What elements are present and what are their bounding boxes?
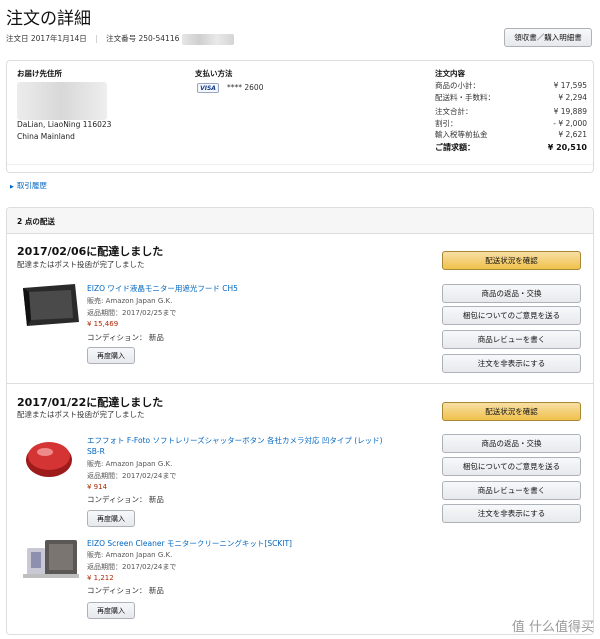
- product-seller: 販売: Amazon Japan G.K.: [87, 460, 173, 468]
- subtotal-row: 商品の小計： ¥ 17,595: [435, 81, 587, 90]
- product-price: ¥ 1,212: [87, 574, 114, 582]
- product-condition: コンディション： 新品: [87, 333, 164, 342]
- redacted-address: [17, 82, 107, 120]
- order-contents-label: 注文内容: [435, 69, 465, 78]
- product-title-link-cont[interactable]: SB-R: [87, 447, 105, 456]
- order-summary-box: お届け先住所 DaLian, LiaoNing 116023 China Mai…: [6, 60, 594, 173]
- return-period: 返品期間：2017/02/24まで: [87, 563, 177, 571]
- shipments-box: 2 点の配送 2017/02/06に配達しました 配達またはポスト投函が完了しま…: [6, 207, 594, 635]
- receipt-button[interactable]: 領収書／購入明細書: [504, 28, 592, 47]
- delivery-date: 2017/01/22に配達しました: [17, 396, 164, 409]
- rebuy-button[interactable]: 再度購入: [87, 347, 135, 364]
- product-title-link[interactable]: EIZO Screen Cleaner モニタークリーニングキット[SCKIT]: [87, 538, 292, 549]
- hide-order-button[interactable]: 注文を非表示にする: [442, 504, 581, 523]
- product-condition: コンディション： 新品: [87, 495, 164, 504]
- grand-total-row: ご請求額： ¥ 20,510: [435, 142, 587, 152]
- delivery-status: 配達またはポスト投函が完了しました: [17, 260, 145, 269]
- return-period: 返品期間：2017/02/24まで: [87, 472, 177, 480]
- product-seller: 販売: Amazon Japan G.K.: [87, 297, 173, 305]
- cleaning-kit-image: [23, 540, 79, 578]
- order-total-row: 注文合計： ¥ 19,889: [435, 107, 587, 116]
- product-price: ¥ 15,469: [87, 320, 119, 328]
- page-title: 注文の詳細: [6, 9, 91, 29]
- hide-order-button[interactable]: 注文を非表示にする: [442, 354, 581, 373]
- return-item-button[interactable]: 商品の返品・交換: [442, 284, 581, 303]
- track-package-button[interactable]: 配送状況を確認: [442, 402, 581, 421]
- discount-row: 割引： - ¥ 2,000: [435, 118, 587, 128]
- order-date: 注文日 2017年1月14日: [6, 34, 87, 43]
- shipping-address: DaLian, LiaoNing 116023 China Mainland: [17, 120, 112, 141]
- shipping-address-label: お届け先住所: [17, 69, 62, 78]
- track-package-button[interactable]: 配送状況を確認: [442, 251, 581, 270]
- rebuy-button[interactable]: 再度購入: [87, 510, 135, 527]
- shutter-button-image: [26, 442, 72, 477]
- write-review-button[interactable]: 商品レビューを書く: [442, 330, 581, 349]
- shipment-divider: [7, 383, 593, 384]
- product-price: ¥ 914: [87, 483, 108, 491]
- product-title-link[interactable]: エフフォト F-Foto ソフトレリーズシャッターボタン 各社カメラ対応 凹タイ…: [87, 435, 383, 446]
- return-item-button[interactable]: 商品の返品・交換: [442, 434, 581, 453]
- order-number: 注文番号 250-54116: [106, 34, 180, 43]
- monitor-hood-image: [23, 284, 79, 326]
- delivery-date: 2017/02/06に配達しました: [17, 245, 164, 258]
- product-condition: コンディション： 新品: [87, 586, 164, 595]
- transaction-history-link[interactable]: ▶ 取引履歴: [10, 180, 47, 191]
- return-period: 返品期間：2017/02/25まで: [87, 309, 177, 317]
- packaging-feedback-button[interactable]: 梱包についてのご意見を送る: [442, 306, 581, 325]
- order-totals: 商品の小計： ¥ 17,595 配送料・手数料： ¥ 2,294 注文合計： ¥ 19…: [435, 80, 587, 153]
- rebuy-button[interactable]: 再度購入: [87, 602, 135, 619]
- visa-card-icon: VISA: [197, 83, 219, 93]
- delivery-status: 配達またはポスト投函が完了しました: [17, 410, 145, 419]
- shipments-header: 2 点の配送: [7, 208, 593, 234]
- divider: [7, 164, 593, 165]
- write-review-button[interactable]: 商品レビューを書く: [442, 481, 581, 500]
- order-meta: 注文日 2017年1月14日 | 注文番号 250-54116: [6, 33, 234, 45]
- watermark-logo: 值 什么值得买: [511, 620, 594, 635]
- shipping-fee-row: 配送料・手数料： ¥ 2,294: [435, 92, 587, 102]
- product-title-link[interactable]: EIZO ワイド液晶モニター用遮光フード CH5: [87, 283, 238, 294]
- import-tax-row: 輸入税等前払金 ¥ 2,621: [435, 130, 587, 139]
- packaging-feedback-button[interactable]: 梱包についてのご意見を送る: [442, 457, 581, 476]
- card-number: **** 2600: [227, 83, 264, 92]
- payment-label: 支払い方法: [195, 69, 233, 78]
- caret-right-icon: ▶: [10, 184, 14, 190]
- redacted-order-number: [181, 33, 234, 45]
- product-seller: 販売: Amazon Japan G.K.: [87, 551, 173, 559]
